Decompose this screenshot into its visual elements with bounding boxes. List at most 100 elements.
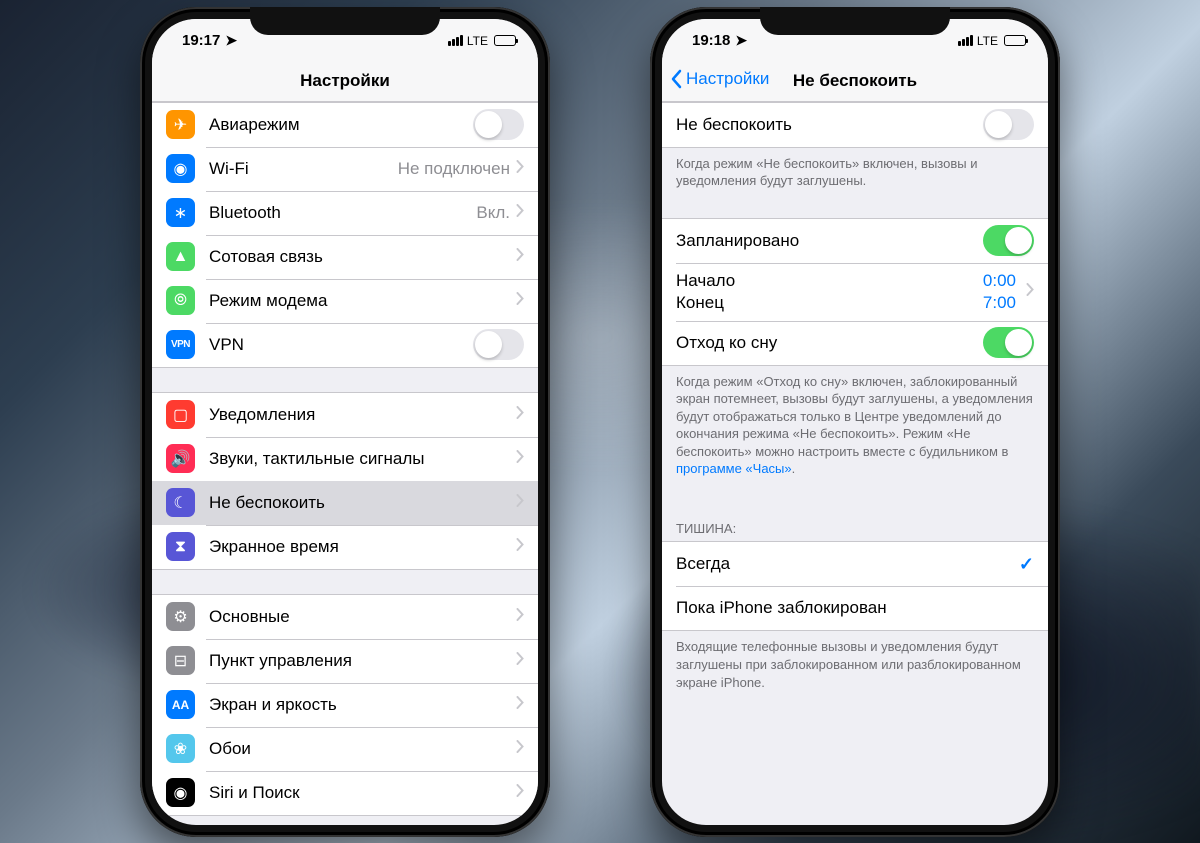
page-title: Не беспокоить <box>793 71 917 90</box>
chevron-right-icon <box>1026 283 1034 301</box>
silence-footer: Входящие телефонные вызовы и уведомления… <box>662 631 1048 695</box>
gear-icon: ⚙ <box>166 602 195 631</box>
chevron-right-icon <box>516 696 524 714</box>
moon-icon: ☾ <box>166 488 195 517</box>
bedtime-footer: Когда режим «Отход ко сну» включен, забл… <box>662 366 1048 482</box>
row-label: Не беспокоить <box>209 493 516 513</box>
settings-row-general[interactable]: ⚙ Основные <box>152 595 538 639</box>
chevron-right-icon <box>516 538 524 556</box>
cellular-icon: ▲ <box>166 242 195 271</box>
vpn-icon: VPN <box>166 330 195 359</box>
row-label: Экранное время <box>209 537 516 557</box>
settings-row-wifi[interactable]: ◉Wi-FiНе подключен <box>152 147 538 191</box>
row-label: Звуки, тактильные сигналы <box>209 449 516 469</box>
chevron-right-icon <box>516 248 524 266</box>
scheduled-switch[interactable] <box>983 225 1034 256</box>
nav-header: Настройки Не беспокоить <box>662 63 1048 102</box>
row-label: Обои <box>209 739 516 759</box>
row-value: Вкл. <box>476 203 510 223</box>
dnd-label: Не беспокоить <box>676 115 983 135</box>
settings-row-vpn[interactable]: VPN VPN <box>152 323 538 367</box>
settings-row-display[interactable]: AA Экран и яркость <box>152 683 538 727</box>
back-label: Настройки <box>686 69 769 89</box>
row-label: Уведомления <box>209 405 516 425</box>
chevron-right-icon <box>516 160 524 178</box>
settings-row-dnd[interactable]: ☾ Не беспокоить <box>152 481 538 525</box>
settings-row-notifications[interactable]: ▢ Уведомления <box>152 393 538 437</box>
vpn-switch[interactable] <box>473 329 524 360</box>
row-label: Основные <box>209 607 516 627</box>
sounds-icon: 🔊 <box>166 444 195 473</box>
wifi-icon: ◉ <box>166 154 195 183</box>
from-label: Начало <box>676 271 735 291</box>
notifications-icon: ▢ <box>166 400 195 429</box>
network-label: LTE <box>977 34 998 48</box>
dnd-content[interactable]: Не беспокоить Когда режим «Не беспокоить… <box>662 102 1048 824</box>
dnd-footer: Когда режим «Не беспокоить» включен, выз… <box>662 148 1048 194</box>
chevron-right-icon <box>516 292 524 310</box>
row-label: Сотовая связь <box>209 247 516 267</box>
nav-header: Настройки <box>152 63 538 102</box>
silence-header: ТИШИНА: <box>662 506 1048 542</box>
signal-icon <box>958 35 973 46</box>
chevron-right-icon <box>516 652 524 670</box>
settings-row-sounds[interactable]: 🔊 Звуки, тактильные сигналы <box>152 437 538 481</box>
row-label: Bluetooth <box>209 203 476 223</box>
bedtime-row[interactable]: Отход ко сну <box>662 321 1048 365</box>
row-label: Пункт управления <box>209 651 516 671</box>
chevron-right-icon <box>516 204 524 222</box>
settings-row-control[interactable]: ⊟ Пункт управления <box>152 639 538 683</box>
schedule-time-row[interactable]: Начало 0:00 Конец 7:00 <box>662 263 1048 321</box>
wallpaper-icon: ❀ <box>166 734 195 763</box>
bluetooth-icon: ∗ <box>166 198 195 227</box>
scheduled-label: Запланировано <box>676 231 983 251</box>
clock-app-link[interactable]: программе «Часы» <box>676 461 792 476</box>
bedtime-label: Отход ко сну <box>676 333 983 353</box>
from-value: 0:00 <box>983 271 1016 291</box>
phone-left: 19:17 ➤ LTE Настройки ✈Авиарежим◉Wi-FiНе… <box>140 7 550 837</box>
settings-row-wallpaper[interactable]: ❀ Обои <box>152 727 538 771</box>
row-value: Не подключен <box>398 159 510 179</box>
location-icon: ➤ <box>225 32 237 49</box>
notch <box>250 7 440 35</box>
dnd-toggle-row[interactable]: Не беспокоить <box>662 103 1048 147</box>
battery-icon <box>494 35 516 46</box>
siri-icon: ◉ <box>166 778 195 807</box>
display-icon: AA <box>166 690 195 719</box>
checkmark-icon: ✓ <box>1019 554 1034 575</box>
location-icon: ➤ <box>735 32 747 49</box>
chevron-right-icon <box>516 608 524 626</box>
settings-row-cellular[interactable]: ▲ Сотовая связь <box>152 235 538 279</box>
settings-row-bluetooth[interactable]: ∗ BluetoothВкл. <box>152 191 538 235</box>
settings-row-airplane[interactable]: ✈Авиарежим <box>152 103 538 147</box>
signal-icon <box>448 35 463 46</box>
chevron-right-icon <box>516 494 524 512</box>
silence-locked-row[interactable]: Пока iPhone заблокирован <box>662 586 1048 630</box>
row-label: VPN <box>209 335 473 355</box>
airplane-switch[interactable] <box>473 109 524 140</box>
screen-right: 19:18 ➤ LTE Настройки Не беспокоить Не б… <box>662 19 1048 825</box>
silence-always-row[interactable]: Всегда ✓ <box>662 542 1048 586</box>
scheduled-row[interactable]: Запланировано <box>662 219 1048 263</box>
dnd-switch[interactable] <box>983 109 1034 140</box>
settings-row-hotspot[interactable]: ⦾ Режим модема <box>152 279 538 323</box>
back-button[interactable]: Настройки <box>670 69 769 89</box>
screen-left: 19:17 ➤ LTE Настройки ✈Авиарежим◉Wi-FiНе… <box>152 19 538 825</box>
row-label: Экран и яркость <box>209 695 516 715</box>
settings-list[interactable]: ✈Авиарежим◉Wi-FiНе подключен ∗ BluetoothВк… <box>152 102 538 824</box>
hotspot-icon: ⦾ <box>166 286 195 315</box>
network-label: LTE <box>467 34 488 48</box>
row-label: Авиарежим <box>209 115 473 135</box>
status-time: 19:17 <box>182 32 220 49</box>
chevron-right-icon <box>516 784 524 802</box>
to-value: 7:00 <box>983 293 1016 313</box>
page-title: Настройки <box>300 71 390 90</box>
chevron-right-icon <box>516 406 524 424</box>
to-label: Конец <box>676 293 724 313</box>
control-icon: ⊟ <box>166 646 195 675</box>
row-label: Режим модема <box>209 291 516 311</box>
settings-row-siri[interactable]: ◉ Siri и Поиск <box>152 771 538 815</box>
bedtime-switch[interactable] <box>983 327 1034 358</box>
settings-row-screentime[interactable]: ⧗Экранное время <box>152 525 538 569</box>
row-label: Siri и Поиск <box>209 783 516 803</box>
